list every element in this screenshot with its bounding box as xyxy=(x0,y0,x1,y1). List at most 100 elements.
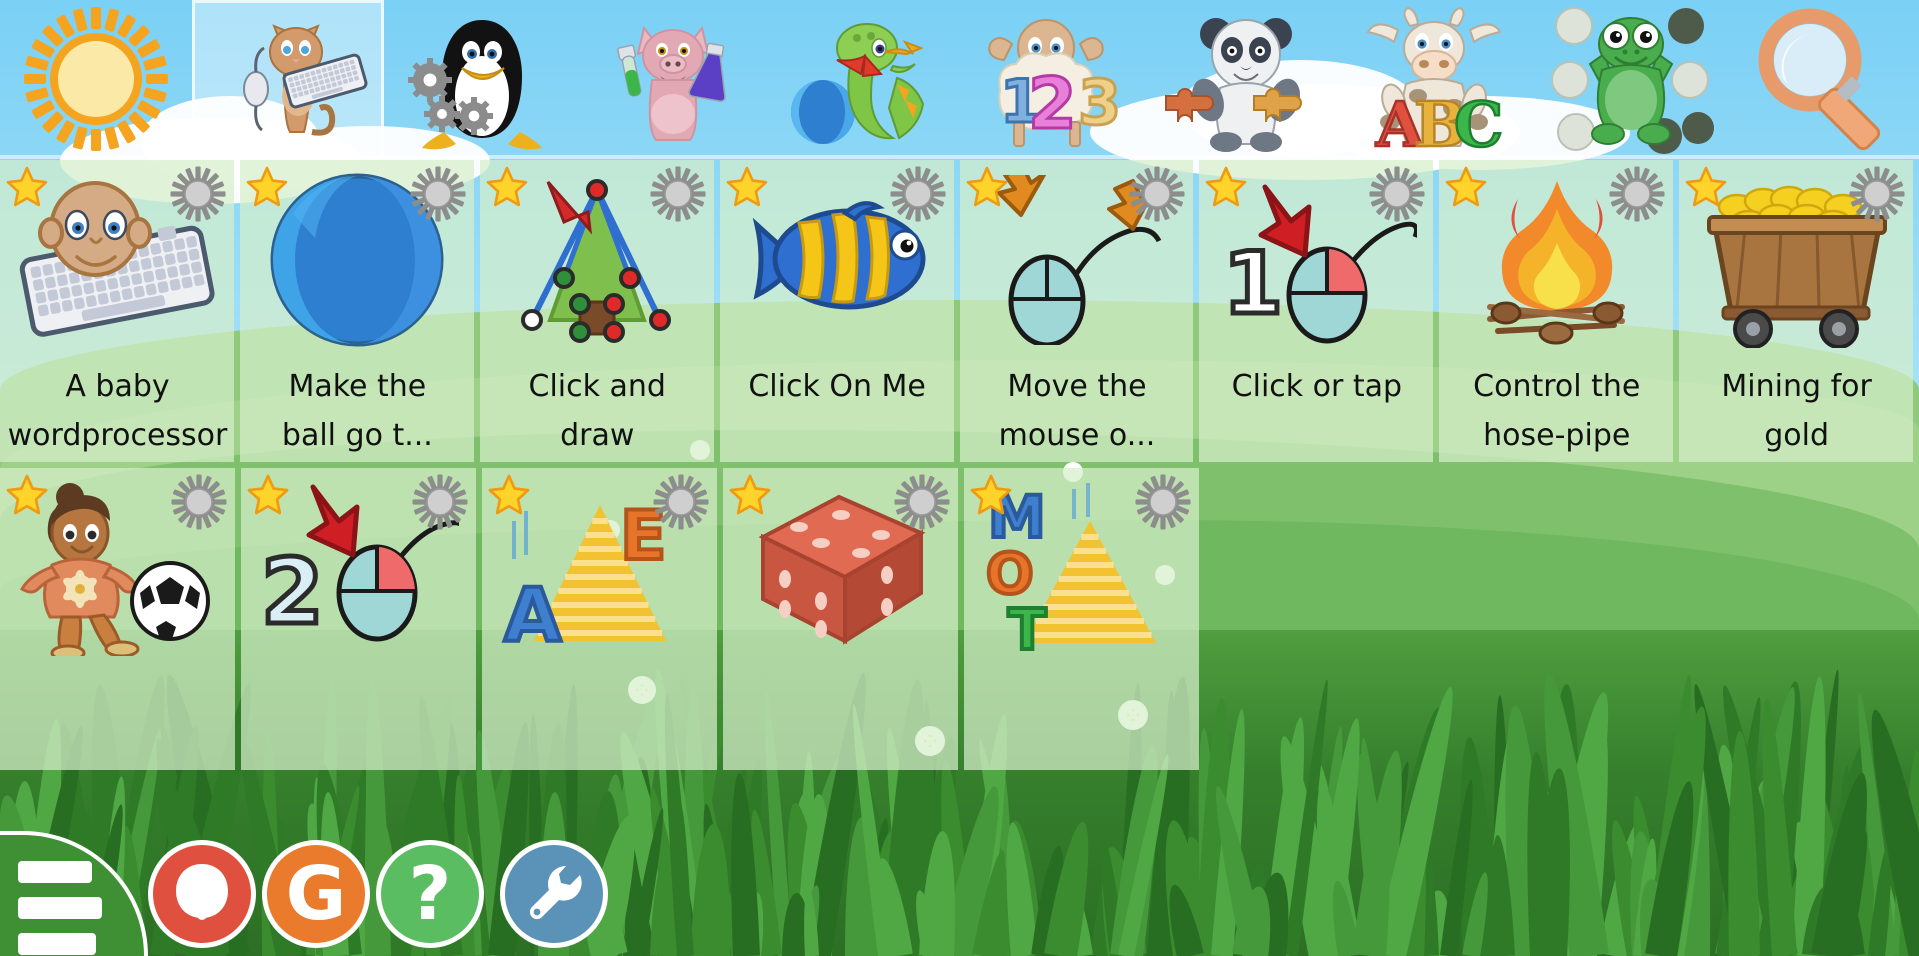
category-computer[interactable] xyxy=(192,0,384,158)
cow-abc-icon: A B C xyxy=(1350,4,1528,154)
category-bar: 1 2 3 A B C xyxy=(0,0,1919,158)
activity-tile[interactable]: 2 xyxy=(241,468,476,770)
activity-tile[interactable]: Mining for gold xyxy=(1679,160,1913,462)
activity-tile[interactable]: Click and draw xyxy=(480,160,714,462)
question-mark-icon: ? xyxy=(409,857,452,931)
gear-favorite-icon[interactable] xyxy=(1609,166,1665,222)
bottom-toolbar: G ? xyxy=(0,811,1919,956)
activity-tile[interactable]: M O T xyxy=(964,468,1199,770)
activity-label: A baby wordprocessor xyxy=(0,356,234,462)
svg-text:2: 2 xyxy=(261,540,324,645)
category-sun[interactable] xyxy=(0,0,192,158)
gear-favorite-icon[interactable] xyxy=(894,474,950,530)
activity-label-line2: mouse o... xyxy=(999,411,1156,460)
hamburger-menu-icon[interactable] xyxy=(0,831,148,956)
activity-tile[interactable]: Click On Me xyxy=(720,160,954,462)
activity-label-line1: Click On Me xyxy=(748,362,926,411)
difficulty-stars xyxy=(486,166,558,218)
activity-tile[interactable] xyxy=(0,468,235,770)
svg-text:C: C xyxy=(1454,88,1503,154)
menu-bar-2 xyxy=(18,897,102,919)
magnifier-icon xyxy=(1748,4,1898,154)
activity-tile[interactable]: Move the mouse o... xyxy=(960,160,1194,462)
difficulty-stars xyxy=(726,166,798,218)
toolbar-button-home[interactable] xyxy=(148,840,256,948)
activity-label xyxy=(0,664,235,770)
gear-favorite-icon[interactable] xyxy=(170,166,226,222)
activity-label: Mining for gold xyxy=(1679,356,1913,462)
activity-label xyxy=(482,664,717,770)
activity-label xyxy=(723,664,958,770)
activity-label-line1: Control the xyxy=(1473,362,1640,411)
activity-row-2: 2 A E xyxy=(0,468,1919,770)
activity-label-line2: wordprocessor xyxy=(8,411,228,460)
difficulty-stars xyxy=(729,474,801,526)
difficulty-stars xyxy=(966,166,1038,218)
difficulty-stars xyxy=(488,474,560,526)
activity-tile[interactable] xyxy=(723,468,958,770)
toolbar-button-config[interactable] xyxy=(500,840,608,948)
activity-label-line2: gold xyxy=(1764,411,1829,460)
activity-label-line2: ball go t... xyxy=(282,411,433,460)
activity-tile[interactable]: A E xyxy=(482,468,717,770)
activity-label-line2: hose-pipe xyxy=(1483,411,1630,460)
activity-label: Control the hose-pipe xyxy=(1439,356,1673,462)
difficulty-stars xyxy=(1685,166,1757,218)
activity-label-line1: Click or tap xyxy=(1232,362,1402,411)
activity-label: Move the mouse o... xyxy=(960,356,1194,462)
category-reading[interactable]: A B C xyxy=(1343,0,1535,158)
svg-text:1: 1 xyxy=(1223,234,1283,334)
sheep-123-icon: 1 2 3 xyxy=(966,4,1144,154)
wrench-icon xyxy=(522,860,586,929)
difficulty-stars xyxy=(1445,166,1517,218)
gear-favorite-icon[interactable] xyxy=(171,474,227,530)
activity-label: Make the ball go t... xyxy=(240,356,474,462)
activity-label: Click or tap xyxy=(1199,356,1433,462)
activity-label-line1: Click and xyxy=(529,362,666,411)
category-discovery[interactable] xyxy=(384,0,576,158)
category-fun[interactable] xyxy=(768,0,960,158)
activity-tile[interactable]: Make the ball go t... xyxy=(240,160,474,462)
menu-bar-1 xyxy=(18,861,92,883)
letter-g-icon: G xyxy=(286,857,347,931)
gear-favorite-icon[interactable] xyxy=(890,166,946,222)
activity-label: Click On Me xyxy=(720,356,954,462)
activity-tile[interactable]: A baby wordprocessor xyxy=(0,160,234,462)
sun-icon xyxy=(12,4,180,154)
gear-favorite-icon[interactable] xyxy=(1129,166,1185,222)
svg-text:A: A xyxy=(504,573,561,656)
difficulty-stars xyxy=(970,474,1042,526)
dino-ball-icon xyxy=(779,4,949,154)
activity-row-1: A baby wordprocessor Make the xyxy=(0,160,1919,462)
gear-favorite-icon[interactable] xyxy=(650,166,706,222)
menu-bar-3 xyxy=(18,933,96,955)
category-math[interactable]: 1 2 3 xyxy=(960,0,1152,158)
activity-label xyxy=(241,664,476,770)
category-experiment[interactable] xyxy=(576,0,768,158)
category-bar-divider xyxy=(0,155,1919,159)
activity-label: Click and draw xyxy=(480,356,714,462)
activity-tile[interactable]: 1 Click or tap xyxy=(1199,160,1433,462)
gear-favorite-icon[interactable] xyxy=(412,474,468,530)
gear-favorite-icon[interactable] xyxy=(1135,474,1191,530)
activity-label-line1: Make the xyxy=(288,362,426,411)
frog-dots-icon xyxy=(1546,4,1716,154)
gear-favorite-icon[interactable] xyxy=(1369,166,1425,222)
activity-tile[interactable]: Control the hose-pipe xyxy=(1439,160,1673,462)
category-puzzle[interactable] xyxy=(1151,0,1343,158)
activity-label-line1: Mining for xyxy=(1721,362,1871,411)
difficulty-stars xyxy=(246,166,318,218)
toolbar-button-gc[interactable]: G xyxy=(262,840,370,948)
gcompris-logo-icon xyxy=(168,858,236,931)
activity-label-line1: Move the xyxy=(1007,362,1146,411)
activity-label-line2: draw xyxy=(560,411,634,460)
gear-favorite-icon[interactable] xyxy=(1849,166,1905,222)
toolbar-button-help[interactable]: ? xyxy=(376,840,484,948)
gear-favorite-icon[interactable] xyxy=(410,166,466,222)
difficulty-stars xyxy=(6,474,78,526)
category-search[interactable] xyxy=(1727,0,1919,158)
panda-puzzle-icon xyxy=(1162,4,1332,154)
gear-favorite-icon[interactable] xyxy=(653,474,709,530)
category-strategy[interactable] xyxy=(1535,0,1727,158)
svg-text:3: 3 xyxy=(1078,66,1121,139)
